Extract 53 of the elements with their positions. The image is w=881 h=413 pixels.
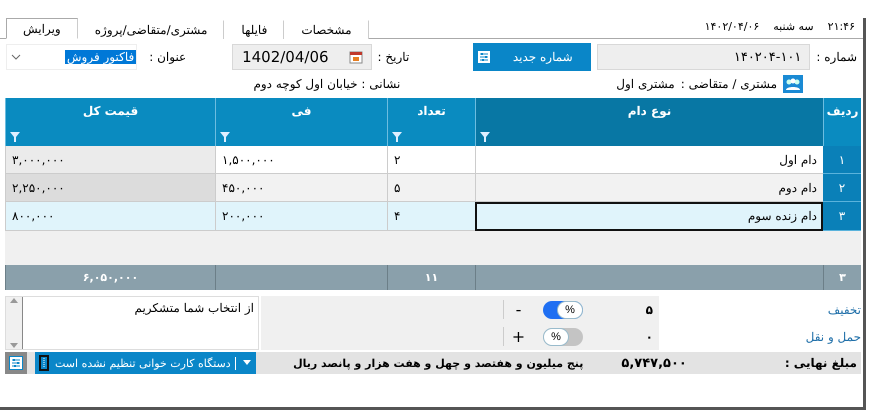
adjustment-label[interactable]: حمل و نقل: [661, 330, 861, 344]
table-cell: ۲: [387, 146, 475, 174]
row-number: ۲: [823, 174, 861, 202]
date-field[interactable]: 1402/04/06: [232, 44, 372, 70]
percent-toggle[interactable]: %: [543, 328, 583, 346]
number-field[interactable]: ۱۴۰۲۰۴-۱۰۱: [596, 44, 810, 70]
tab[interactable]: مشتری/متقاضی/پروژه: [78, 20, 224, 39]
tab[interactable]: مشخصات: [284, 20, 369, 39]
table-cell: ۱,۵۰۰,۰۰۰: [215, 146, 387, 174]
table-cell: ۸۰۰,۰۰۰: [5, 202, 215, 231]
amount-in-words: پنج میلیون و هفتصد و چهل و هفت هزار و پانصد ریال: [293, 356, 584, 370]
column-header[interactable]: ردیف: [823, 98, 861, 146]
column-header[interactable]: نوع دام: [475, 98, 823, 146]
adjustment-value: ۰: [644, 330, 653, 344]
table-cell: ۲۰۰,۰۰۰: [215, 202, 387, 231]
number-label: شماره :: [816, 50, 857, 64]
column-header[interactable]: قیمت کل: [5, 98, 215, 146]
adjustment-label[interactable]: تخفیف: [661, 302, 861, 316]
table-cell: ۲,۲۵۰,۰۰۰: [5, 174, 215, 202]
customer-label: مشتری / متقاضی :: [680, 77, 777, 91]
customer-name: مشتری اول: [616, 77, 675, 91]
sign-button[interactable]: +: [503, 327, 533, 346]
row-number: ۳: [823, 202, 861, 231]
card-reader-dropdown[interactable]: دستگاه کارت خوانی تنظیم نشده است: [35, 352, 256, 374]
column-header[interactable]: تعداد: [387, 98, 475, 146]
table-cell: دام زنده سوم: [475, 202, 823, 231]
weekday: سه شنبه: [773, 20, 814, 33]
table-cell: ۴۵۰,۰۰۰: [215, 174, 387, 202]
note-field[interactable]: از انتخاب شما متشکریم: [5, 296, 259, 350]
table-cell: ۳,۰۰۰,۰۰۰: [5, 146, 215, 174]
tab[interactable]: فایلها: [224, 20, 284, 39]
new-number-button[interactable]: شماره جدید: [494, 43, 591, 71]
total-cell: ۱۱: [387, 265, 475, 290]
column-header[interactable]: فی: [215, 98, 387, 146]
table-cell: ۵: [387, 174, 475, 202]
total-amount: ۵,۷۴۷,۵۰۰: [621, 356, 687, 370]
tab[interactable]: ویرایش: [6, 18, 78, 39]
table-cell: دام دوم: [475, 174, 823, 202]
total-cell: ۳: [823, 265, 861, 290]
sign-button[interactable]: -: [503, 300, 533, 319]
adjustment-value: ۵: [644, 302, 653, 316]
total-label: مبلغ نهایی :: [784, 356, 857, 370]
date-label: تاریخ :: [378, 50, 410, 64]
title-dropdown[interactable]: فاکتور فروش: [6, 44, 138, 70]
percent-toggle[interactable]: %: [543, 300, 583, 318]
total-cell: ۶,۰۵۰,۰۰۰: [5, 265, 215, 290]
row-number: ۱: [823, 146, 861, 174]
date-text: ۱۴۰۲/۰۴/۰۶: [704, 20, 760, 33]
table-cell: ۴: [387, 202, 475, 231]
time: ۲۱:۴۶: [828, 20, 855, 33]
address-text: نشانی : خیابان اول کوچه دوم: [253, 77, 400, 91]
table-cell: دام اول: [475, 146, 823, 174]
title-label: عنوان :: [149, 50, 186, 64]
